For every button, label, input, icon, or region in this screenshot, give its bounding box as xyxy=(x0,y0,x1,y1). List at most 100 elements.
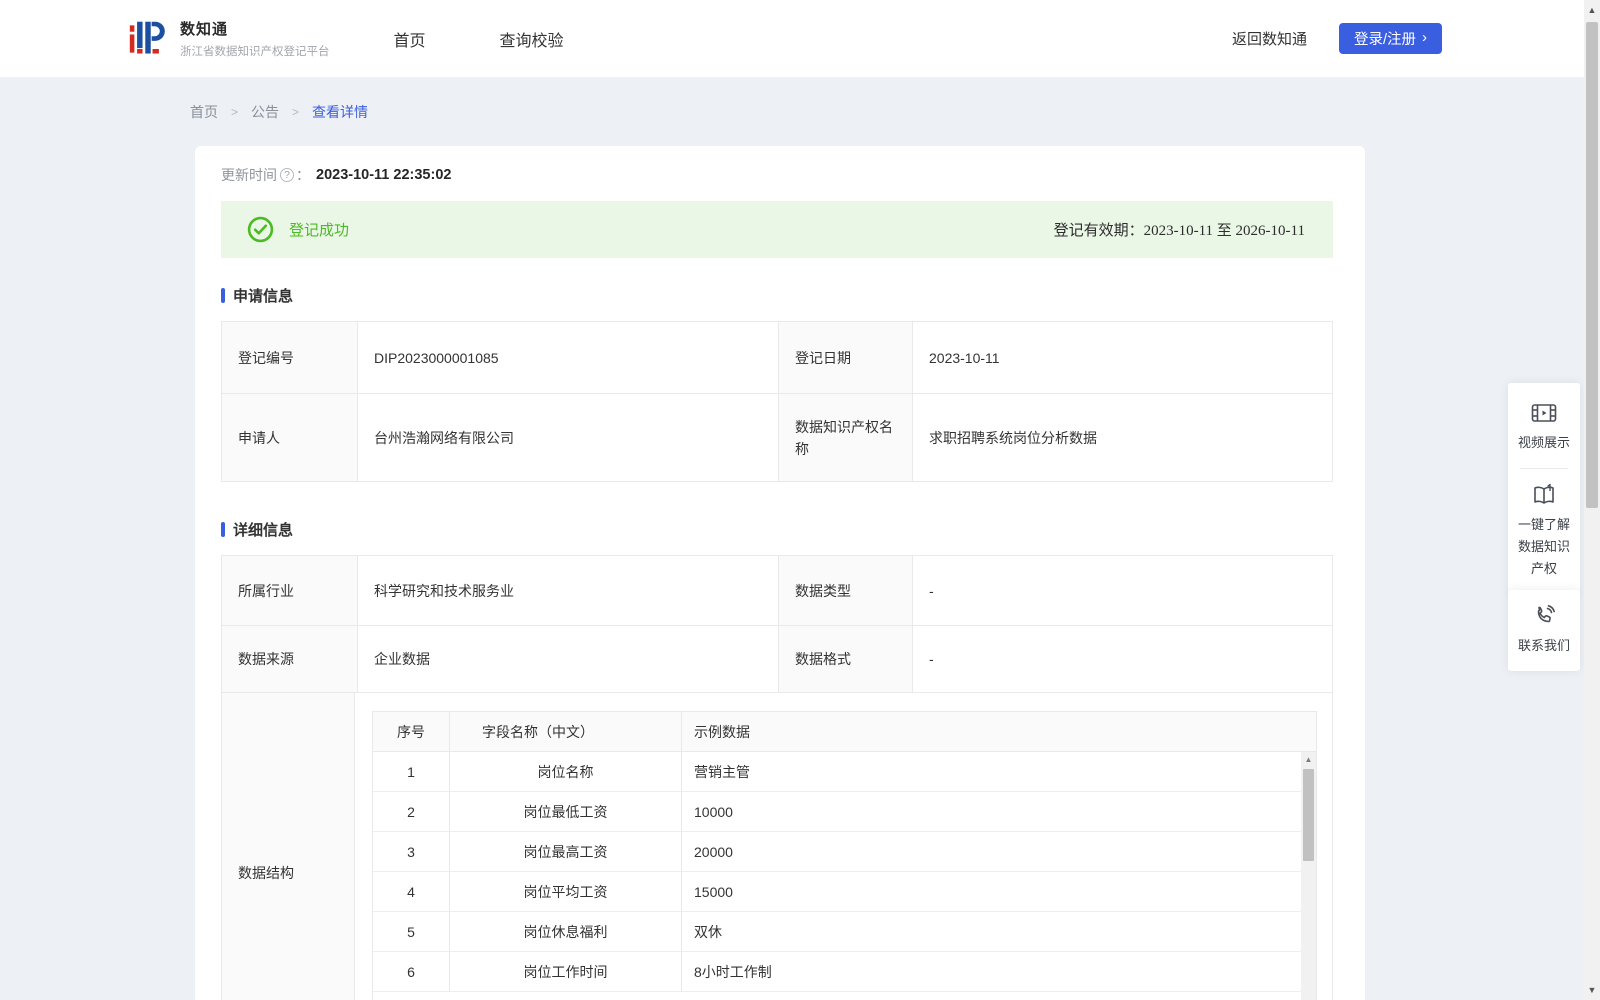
video-icon xyxy=(1531,401,1557,425)
scrollbar-thumb[interactable] xyxy=(1303,769,1314,861)
breadcrumb-notice[interactable]: 公告 xyxy=(251,102,279,122)
scroll-down-icon[interactable]: ▼ xyxy=(1584,985,1600,995)
update-time-colon: ： xyxy=(296,167,310,183)
inner-scrollbar[interactable]: ▲ xyxy=(1301,752,1316,1000)
section-title-apply-info: 申请信息 xyxy=(221,285,1333,306)
table-row: 申请人 台州浩瀚网络有限公司 数据知识产权名称 求职招聘系统岗位分析数据 xyxy=(222,393,1332,481)
industry-value: 科学研究和技术服务业 xyxy=(357,556,778,625)
table-row: 2 岗位最低工资 10000 xyxy=(373,792,1301,832)
ip-name-value: 求职招聘系统岗位分析数据 xyxy=(912,394,1332,481)
table-row: 登记编号 DIP2023000001085 登记日期 2023-10-11 xyxy=(222,322,1332,393)
reg-date-value: 2023-10-11 xyxy=(912,322,1332,393)
cell-field: 岗位最高工资 xyxy=(450,832,682,871)
applicant-label: 申请人 xyxy=(222,394,357,481)
validity-label: 登记有效期： xyxy=(1053,223,1144,239)
data-structure-table: 序号 字段名称（中文） 示例数据 1 岗位名称 营销主管 2 岗位最低工资 10… xyxy=(372,711,1317,1000)
table-row: 所属行业 科学研究和技术服务业 数据类型 - xyxy=(222,556,1332,625)
cell-no: 4 xyxy=(373,872,450,911)
top-header: 数知通 浙江省数据知识产权登记平台 首页 查询校验 返回数知通 登录/注册 › xyxy=(0,0,1600,78)
learn-ip-label: 一键了解数据知识产权 xyxy=(1517,517,1570,576)
cell-no: 2 xyxy=(373,792,450,831)
cell-example: 20000 xyxy=(694,843,733,860)
phone-icon xyxy=(1532,604,1556,628)
reg-no-value: DIP2023000001085 xyxy=(357,322,778,393)
data-source-label: 数据来源 xyxy=(222,626,357,692)
learn-ip-button[interactable]: 一键了解数据知识产权 xyxy=(1516,483,1572,580)
back-to-shuzhitong-link[interactable]: 返回数知通 xyxy=(1232,28,1307,49)
cell-no: 5 xyxy=(373,912,450,951)
contact-us-label: 联系我们 xyxy=(1517,638,1570,653)
update-time-row: 更新时间 ? ： 2023-10-11 22:35:02 xyxy=(221,166,1333,184)
col-header-field: 字段名称（中文） xyxy=(450,712,682,751)
chevron-right-icon: › xyxy=(1422,29,1427,46)
structure-table-body: 1 岗位名称 营销主管 2 岗位最低工资 10000 3 岗位最高工资 2000… xyxy=(373,752,1301,992)
cell-no: 1 xyxy=(373,752,450,791)
table-row: 3 岗位最高工资 20000 xyxy=(373,832,1301,872)
cell-no: 6 xyxy=(373,952,450,991)
help-icon[interactable]: ? xyxy=(280,168,294,182)
status-text: 登记成功 xyxy=(289,222,350,239)
login-register-label: 登录/注册 xyxy=(1353,32,1416,48)
data-type-value: - xyxy=(912,556,1332,625)
cell-example: 8小时工作制 xyxy=(694,963,772,980)
floating-panel: 视频展示 一键了解数据知识产权 xyxy=(1508,383,1580,594)
data-structure-cell: 序号 字段名称（中文） 示例数据 1 岗位名称 营销主管 2 岗位最低工资 10… xyxy=(354,693,1332,1000)
cell-no: 3 xyxy=(373,832,450,871)
login-register-button[interactable]: 登录/注册 › xyxy=(1338,23,1442,54)
logo-title: 数知通 xyxy=(180,21,229,38)
cell-field: 岗位平均工资 xyxy=(450,872,682,911)
section-title-detail-info: 详细信息 xyxy=(221,519,1333,540)
contact-panel: 联系我们 xyxy=(1508,590,1580,671)
video-demo-label: 视频展示 xyxy=(1517,435,1570,450)
table-row: 1 岗位名称 营销主管 xyxy=(373,752,1301,792)
scroll-up-icon[interactable]: ▲ xyxy=(1301,756,1316,764)
breadcrumb-current: 查看详情 xyxy=(312,104,369,120)
reg-date-label: 登记日期 xyxy=(778,322,912,393)
table-row: 5 岗位休息福利 双休 xyxy=(373,912,1301,952)
main-nav: 首页 查询校验 xyxy=(394,27,564,51)
table-row: 数据结构 序号 字段名称（中文） 示例数据 1 岗位名称 营销主管 2 岗位最低… xyxy=(222,692,1332,1000)
window-scrollbar[interactable]: ▲ ▼ xyxy=(1584,0,1600,1000)
structure-table-header: 序号 字段名称（中文） 示例数据 xyxy=(373,712,1316,752)
scroll-up-icon[interactable]: ▲ xyxy=(1584,5,1600,15)
data-format-label: 数据格式 xyxy=(778,626,912,692)
section-title-text: 申请信息 xyxy=(233,288,294,305)
video-demo-button[interactable]: 视频展示 xyxy=(1516,401,1572,454)
update-time-value: 2023-10-11 22:35:02 xyxy=(316,167,452,183)
contact-us-button[interactable]: 联系我们 xyxy=(1516,604,1572,657)
industry-label: 所属行业 xyxy=(222,556,357,625)
nav-home[interactable]: 首页 xyxy=(394,27,426,51)
reg-no-label: 登记编号 xyxy=(222,322,357,393)
scrollbar-thumb[interactable] xyxy=(1586,22,1598,508)
detail-info-table: 所属行业 科学研究和技术服务业 数据类型 - 数据来源 企业数据 数据格式 - … xyxy=(221,555,1333,1000)
breadcrumb: 首页 > 公告 > 查看详情 xyxy=(190,102,1600,122)
data-format-value: - xyxy=(912,626,1332,692)
logo[interactable]: 数知通 浙江省数据知识产权登记平台 xyxy=(128,17,330,61)
detail-card: 更新时间 ? ： 2023-10-11 22:35:02 登记成功 登记有效期：… xyxy=(195,146,1365,1000)
section-title-text: 详细信息 xyxy=(233,522,294,539)
col-header-no: 序号 xyxy=(373,712,450,751)
update-time-label: 更新时间 xyxy=(221,167,277,183)
book-icon xyxy=(1531,483,1557,507)
nav-query-verify[interactable]: 查询校验 xyxy=(500,27,564,51)
data-type-label: 数据类型 xyxy=(778,556,912,625)
breadcrumb-separator: > xyxy=(231,105,239,119)
header-right: 返回数知通 登录/注册 › xyxy=(1232,23,1442,54)
logo-icon xyxy=(128,17,168,61)
cell-example: 双休 xyxy=(694,923,722,940)
section-bar-icon xyxy=(221,522,225,537)
breadcrumb-separator: > xyxy=(292,105,300,119)
cell-field: 岗位最低工资 xyxy=(450,792,682,831)
cell-field: 岗位工作时间 xyxy=(450,952,682,991)
cell-example: 营销主管 xyxy=(694,763,750,780)
table-row: 6 岗位工作时间 8小时工作制 xyxy=(373,952,1301,992)
cell-field: 岗位休息福利 xyxy=(450,912,682,951)
cell-example: 10000 xyxy=(694,803,733,820)
section-bar-icon xyxy=(221,288,225,303)
data-source-value: 企业数据 xyxy=(357,626,778,692)
table-row: 数据来源 企业数据 数据格式 - xyxy=(222,625,1332,692)
table-row: 4 岗位平均工资 15000 xyxy=(373,872,1301,912)
cell-field: 岗位名称 xyxy=(450,752,682,791)
registration-status-banner: 登记成功 登记有效期：2023-10-11 至 2026-10-11 xyxy=(221,201,1333,258)
breadcrumb-home[interactable]: 首页 xyxy=(190,102,218,122)
